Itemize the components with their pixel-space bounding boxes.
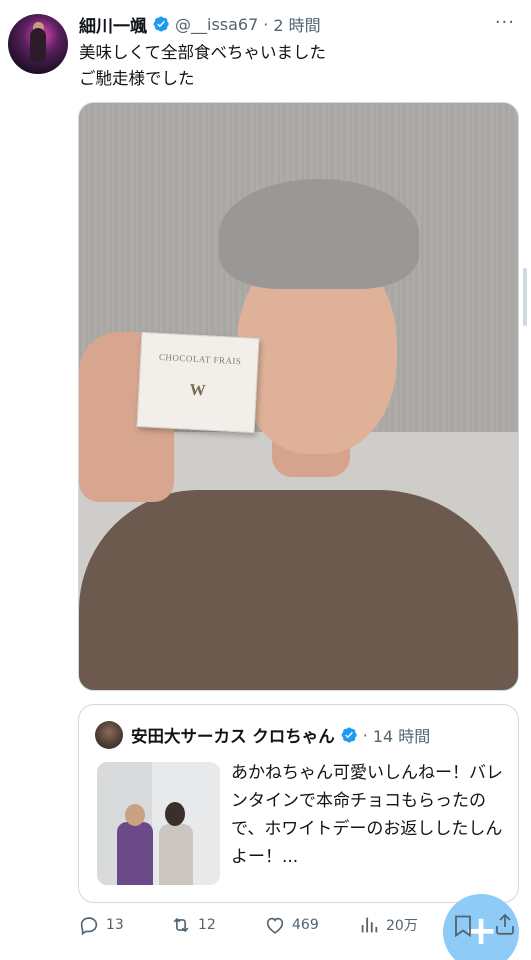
quoted-photo-person-head [125, 804, 145, 826]
share-icon[interactable] [494, 912, 516, 936]
post-text-line: ご馳走様でした [79, 69, 195, 88]
bookmark-icon[interactable] [452, 914, 474, 938]
views-icon [361, 917, 378, 933]
post-timestamp[interactable]: 2 時間 [273, 12, 320, 36]
photo-hair [219, 179, 420, 290]
avatar-figure [30, 28, 46, 62]
quoted-photo-person [159, 824, 193, 885]
post-text-line: 美味しくて全部食べちゃいました [79, 43, 327, 62]
author-avatar[interactable] [8, 14, 68, 74]
chocolate-box-label: CHOCOLAT FRAIS [158, 351, 242, 367]
verified-badge-icon [153, 16, 169, 32]
quoted-photo-person [117, 822, 153, 885]
like-count: 469 [292, 917, 319, 933]
quoted-author-name: 安田大サーカス クロちゃん [131, 727, 335, 746]
chocolate-box: CHOCOLAT FRAIS W [136, 331, 260, 434]
heart-icon [266, 917, 284, 934]
quoted-photo-person-head [165, 802, 185, 826]
quoted-photo [97, 762, 220, 885]
quoted-separator-dot: · [362, 725, 368, 745]
reply-icon [80, 917, 98, 936]
author-handle[interactable]: @__issa67 [175, 15, 258, 34]
post-header: 細川一颯 @__issa67 · 2 時間 [79, 10, 321, 38]
views-button[interactable]: 20万 [358, 914, 418, 936]
post-text: 美味しくて全部食べちゃいました ご馳走様でした [79, 40, 509, 92]
quoted-timestamp: 14 時間 [372, 727, 431, 746]
like-button[interactable]: 469 [264, 914, 319, 936]
scrollbar[interactable] [523, 268, 527, 326]
author-name[interactable]: 細川一颯 [79, 12, 147, 37]
quoted-text: あかねちゃん可愛いしんねー！バレンタインで本命チョコもらったので、ホワイトデーの… [231, 763, 503, 867]
view-count: 20万 [386, 918, 418, 934]
chocolate-box-logo: W [189, 381, 207, 400]
post-photo[interactable]: CHOCOLAT FRAIS W [78, 102, 519, 691]
more-options-icon[interactable]: ··· [495, 12, 515, 33]
reply-count: 13 [106, 917, 124, 933]
quoted-header: 安田大サーカス クロちゃん · 14 時間 [131, 721, 430, 749]
quoted-author-avatar [95, 721, 123, 749]
verified-badge-icon [341, 727, 357, 743]
reply-button[interactable]: 13 [78, 914, 124, 936]
separator-dot: · [263, 14, 269, 34]
repost-icon [173, 917, 189, 933]
photo-shirt [79, 490, 518, 690]
quoted-post[interactable]: 安田大サーカス クロちゃん · 14 時間 あかねちゃん可愛いしんねー！バレンタ… [78, 704, 519, 903]
repost-button[interactable]: 12 [170, 914, 216, 936]
repost-count: 12 [198, 917, 216, 933]
